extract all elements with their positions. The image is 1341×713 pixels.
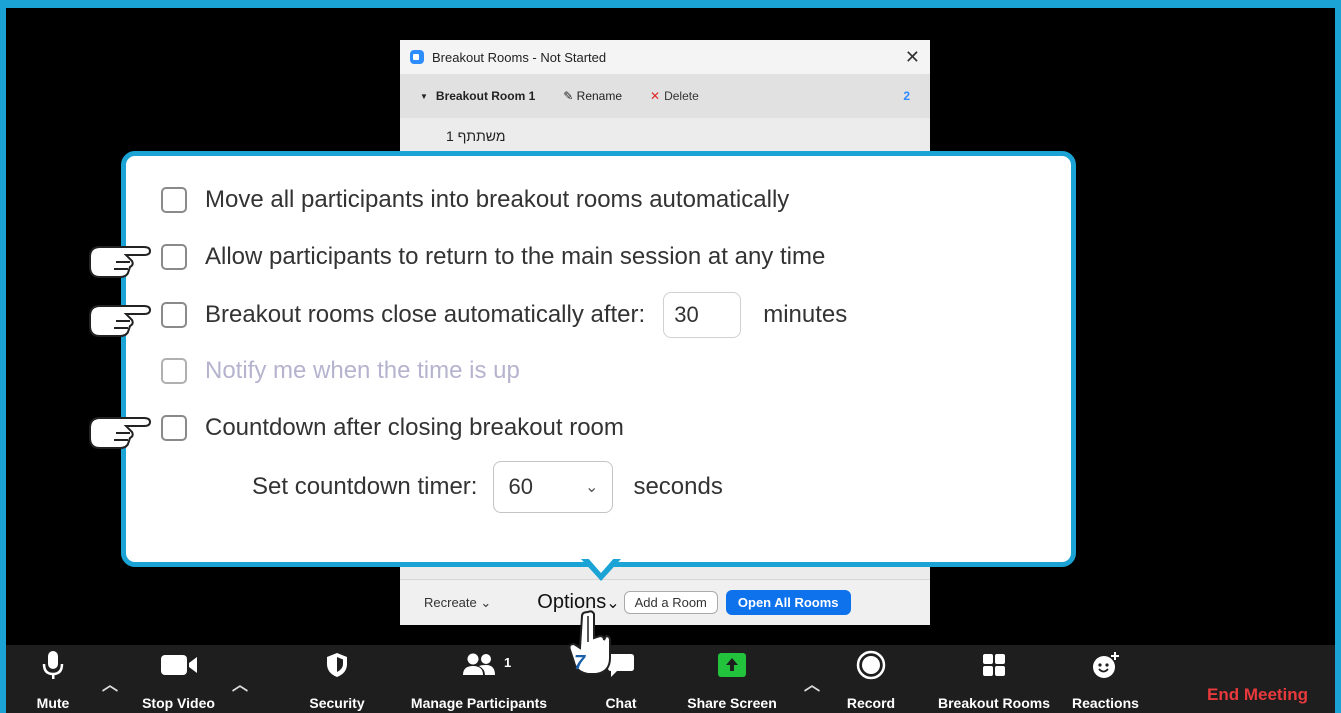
delete-label: Delete: [664, 89, 699, 103]
security-label: Security: [309, 695, 365, 711]
countdown-timer-label: Set countdown timer:: [252, 473, 478, 500]
room-participant-count: 2: [903, 89, 910, 103]
share-screen-label: Share Screen: [687, 695, 777, 711]
option-auto-close[interactable]: Breakout rooms close automatically after…: [161, 292, 847, 338]
participant-name: משתתף 1: [446, 128, 506, 144]
option-move-label: Move all participants into breakout room…: [205, 186, 790, 213]
popup-tail-inner: [587, 557, 615, 573]
share-screen-button[interactable]: Share Screen: [682, 645, 782, 713]
delete-x-icon: ✕: [650, 89, 661, 103]
seconds-label: seconds: [633, 473, 723, 500]
options-popup: Move all participants into breakout room…: [121, 151, 1076, 567]
countdown-checkbox[interactable]: [161, 415, 187, 441]
meeting-toolbar: Mute ︿ Stop Video ︿ Security Manage Part…: [6, 645, 1335, 713]
minutes-label: minutes: [763, 301, 848, 328]
pointing-hand-icon: [89, 246, 152, 278]
share-screen-icon: [718, 653, 746, 677]
video-camera-icon: [160, 655, 197, 675]
security-button[interactable]: Security: [302, 645, 372, 713]
countdown-value: 60: [508, 474, 533, 499]
record-button[interactable]: Record: [841, 645, 901, 713]
breakout-window-title: Breakout Rooms - Not Started: [432, 49, 607, 65]
participants-icon: [463, 653, 495, 675]
zoom-logo-icon: [410, 50, 424, 64]
delete-button[interactable]: ✕ Delete: [650, 89, 699, 103]
auto-close-checkbox[interactable]: [161, 302, 187, 328]
share-options-caret[interactable]: ︿: [804, 671, 820, 695]
option-close-label: Breakout rooms close automatically after…: [205, 301, 646, 328]
rename-label: Rename: [576, 89, 623, 103]
option-countdown[interactable]: Countdown after closing breakout room: [161, 414, 624, 442]
participants-count-badge: 1: [504, 655, 512, 670]
record-label: Record: [846, 695, 896, 711]
participant-list-item[interactable]: משתתף 1: [400, 118, 930, 154]
smiley-add-icon: [1092, 652, 1119, 678]
add-room-button[interactable]: Add a Room: [623, 591, 718, 614]
open-all-rooms-button[interactable]: Open All Rooms: [725, 590, 851, 615]
breakout-room-row[interactable]: ▼ Breakout Room 1 ✎ Rename ✕ Delete 2: [400, 74, 930, 118]
pointing-hand-icon: [89, 305, 152, 337]
stop-video-label: Stop Video: [142, 695, 215, 711]
manage-participants-button[interactable]: Manage Participants: [399, 645, 559, 713]
manage-participants-label: Manage Participants: [410, 695, 548, 711]
rename-button[interactable]: ✎ Rename: [563, 89, 622, 103]
option-move-participants[interactable]: Move all participants into breakout room…: [161, 186, 789, 214]
option-allow-return[interactable]: Allow participants to return to the main…: [161, 243, 825, 271]
audio-options-caret[interactable]: ︿: [102, 671, 118, 695]
close-minutes-input[interactable]: [663, 292, 742, 338]
breakout-grid-icon: [983, 654, 1005, 676]
chevron-down-icon: ⌄: [585, 479, 599, 496]
breakout-window-titlebar: Breakout Rooms - Not Started ✕: [400, 40, 930, 74]
room-name: Breakout Room 1: [435, 89, 536, 103]
chat-label: Chat: [605, 695, 637, 711]
recreate-dropdown[interactable]: Recreate ⌄: [424, 595, 491, 611]
mute-button[interactable]: Mute: [28, 645, 78, 713]
chevron-down-icon: ⌄: [480, 594, 492, 610]
option-notify[interactable]: Notify me when the time is up: [161, 357, 520, 385]
shield-icon: [327, 653, 347, 677]
countdown-timer-select[interactable]: 60 ⌄: [493, 461, 614, 513]
option-countdown-label: Countdown after closing breakout room: [205, 414, 624, 441]
stop-video-button[interactable]: Stop Video: [131, 645, 226, 713]
step-number-badge: 7: [574, 652, 586, 674]
breakout-rooms-label: Breakout Rooms: [937, 695, 1051, 711]
allow-return-checkbox[interactable]: [161, 244, 187, 270]
breakout-window-footer: Recreate ⌄ Options⌄ Add a Room Open All …: [400, 579, 930, 625]
close-icon[interactable]: ✕: [905, 47, 920, 68]
reactions-label: Reactions: [1072, 695, 1139, 711]
countdown-timer-row: Set countdown timer: 60 ⌄ seconds: [252, 461, 723, 513]
end-meeting-button[interactable]: End Meeting: [1207, 685, 1308, 705]
expand-triangle-icon[interactable]: ▼: [420, 92, 428, 101]
meeting-frame: Breakout Rooms - Not Started ✕ ▼ Breakou…: [6, 8, 1335, 713]
mute-label: Mute: [36, 695, 70, 711]
notify-checkbox[interactable]: [161, 358, 187, 384]
pencil-icon: ✎: [563, 89, 577, 103]
option-return-label: Allow participants to return to the main…: [205, 243, 826, 270]
move-participants-checkbox[interactable]: [161, 187, 187, 213]
pointing-hand-icon: [89, 417, 152, 449]
microphone-icon: [42, 651, 64, 679]
option-notify-label: Notify me when the time is up: [205, 357, 520, 384]
video-options-caret[interactable]: ︿: [232, 671, 248, 695]
recreate-label: Recreate: [424, 594, 477, 610]
breakout-rooms-button[interactable]: Breakout Rooms: [929, 645, 1059, 713]
reactions-button[interactable]: Reactions: [1068, 645, 1143, 713]
record-icon: [856, 650, 886, 680]
